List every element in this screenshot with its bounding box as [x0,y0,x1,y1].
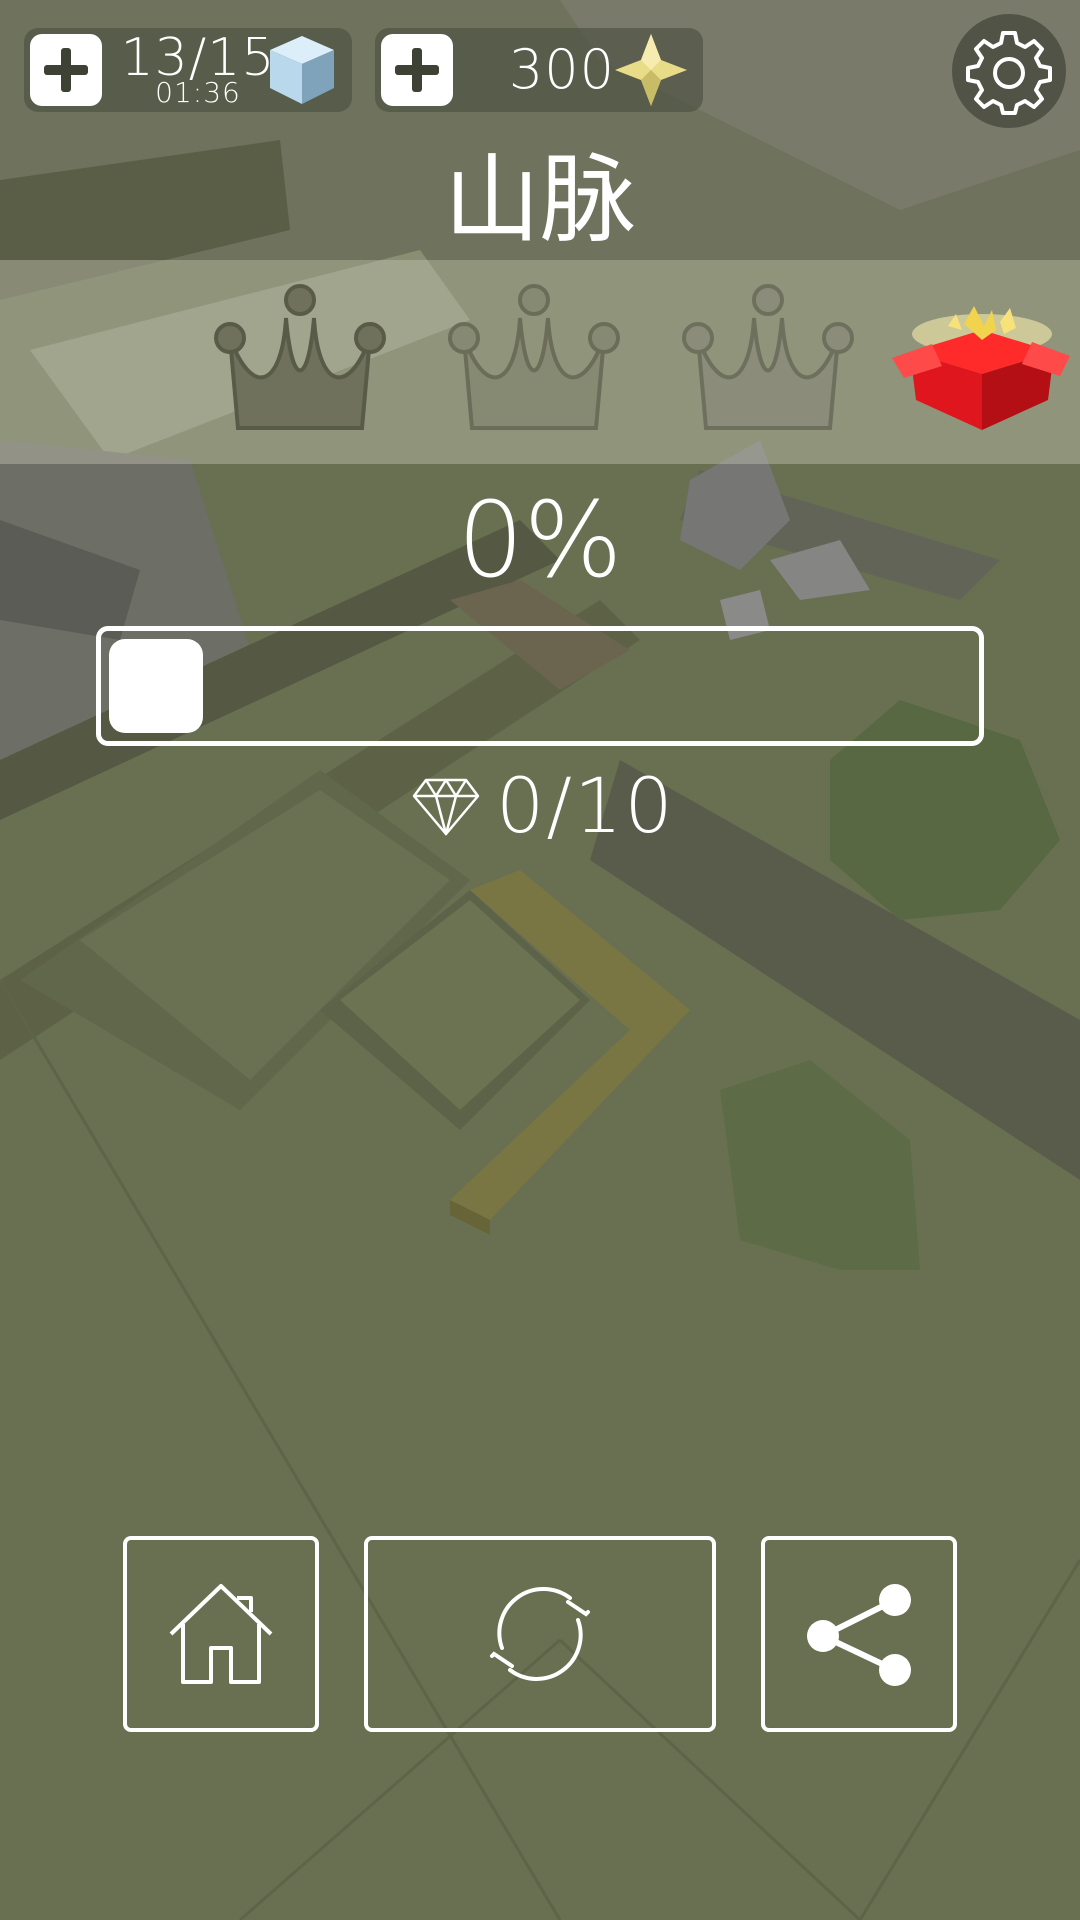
gear-icon [966,31,1052,115]
share-icon [807,1584,911,1686]
progress-percent: 0% [457,479,623,601]
restart-icon [490,1587,590,1681]
settings-button[interactable] [952,14,1066,128]
home-icon [169,1584,273,1684]
level-title: 山脉 [444,144,636,256]
stars-count: 300 [508,38,615,101]
energy-timer: 01:36 [155,76,241,109]
energy-counter: 13/15 01:36 [24,28,352,112]
add-energy-button[interactable] [30,34,102,106]
sparkle-star-icon [615,34,687,106]
crown-icon [682,284,854,430]
crown-icon [448,284,620,430]
crown-rating-strip [0,260,1080,464]
progress-bar [96,626,984,746]
home-button[interactable] [123,1536,319,1732]
progress-fill [109,639,203,733]
stars-counter: 300 [375,28,703,112]
diamond-icon [412,778,480,836]
share-button[interactable] [761,1536,957,1732]
crown-icon [214,284,386,430]
gift-box-icon[interactable] [892,300,1072,440]
add-stars-button[interactable] [381,34,453,106]
ice-cube-icon [270,36,334,104]
gem-count: 0/10 [496,761,675,850]
restart-button[interactable] [364,1536,716,1732]
